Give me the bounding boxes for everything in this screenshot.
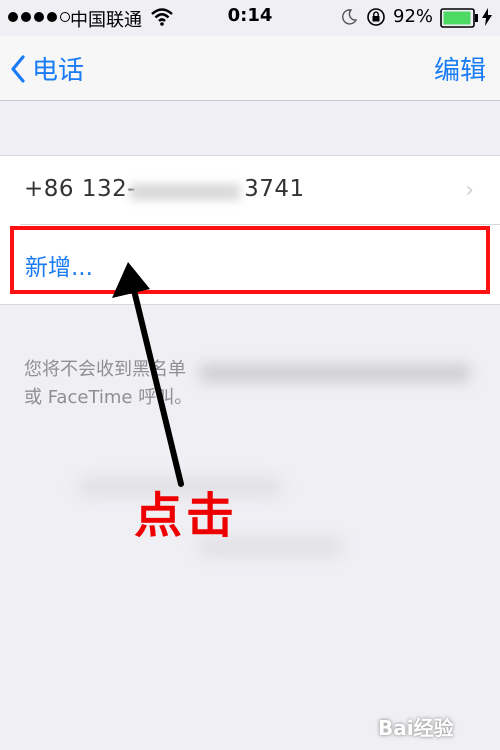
click-annotation: 点击 (134, 488, 239, 544)
arrow-annotation (112, 262, 184, 487)
watermark: Bai经验 (378, 716, 454, 740)
